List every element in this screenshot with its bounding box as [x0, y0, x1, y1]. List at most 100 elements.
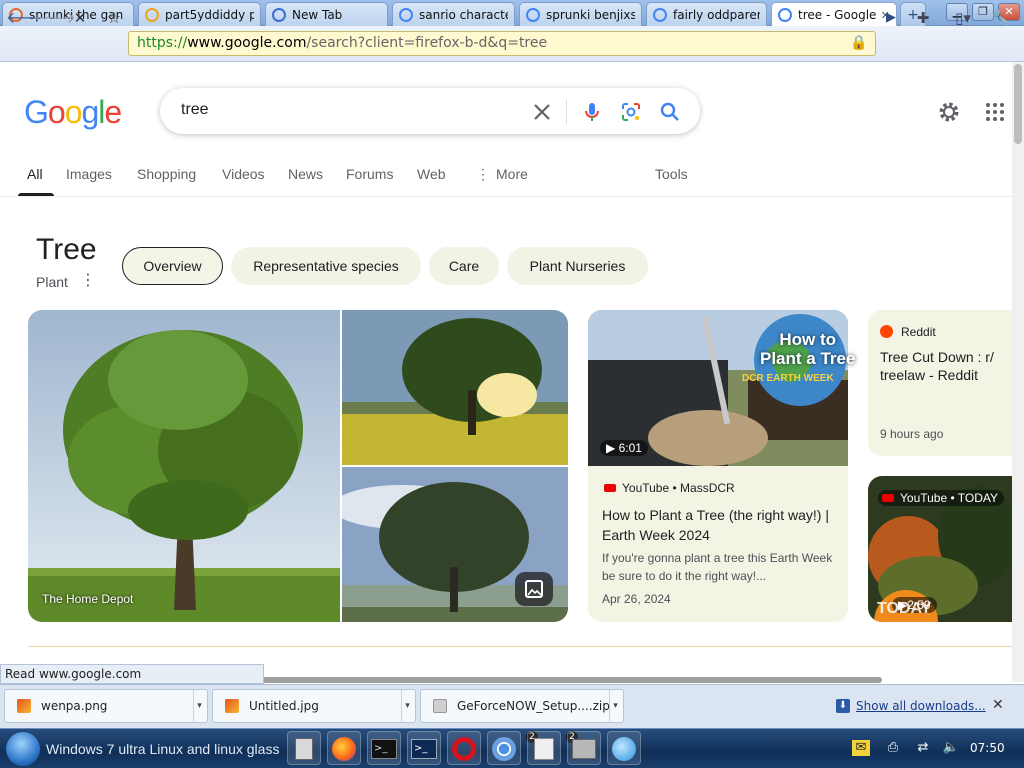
- search-divider: [566, 100, 567, 124]
- download-item[interactable]: wenpa.png ▾: [4, 689, 208, 723]
- tab-videos[interactable]: Videos: [222, 166, 265, 182]
- tab-1[interactable]: part5yddiddy par: [138, 2, 261, 26]
- close-downloads-button[interactable]: ✕: [992, 697, 1004, 713]
- lock-icon[interactable]: 🔒: [848, 32, 870, 54]
- horizontal-scroll-thumb[interactable]: [262, 677, 882, 683]
- archive-taskbar-button[interactable]: [567, 731, 601, 765]
- terminal-taskbar-button[interactable]: >_: [367, 731, 401, 765]
- tab-3[interactable]: sanrio characte: [392, 2, 515, 26]
- loading-icon: [778, 8, 792, 22]
- url-scheme: https://: [137, 35, 188, 51]
- tools-button[interactable]: Tools: [655, 166, 688, 182]
- vertical-dots-icon: ⋮: [80, 270, 96, 289]
- tab-images[interactable]: Images: [66, 166, 112, 182]
- search-icon: [660, 102, 679, 121]
- download-item[interactable]: Untitled.jpg ▾: [212, 689, 416, 723]
- printer-tray-icon[interactable]: ⎙: [884, 740, 902, 756]
- google-icon: [653, 7, 667, 22]
- tab-all[interactable]: All: [27, 166, 43, 182]
- chip-care[interactable]: Care: [429, 247, 499, 285]
- tab-forums[interactable]: Forums: [346, 166, 393, 182]
- tab-label: sprunki benjixse: [546, 7, 635, 22]
- google-apps-button[interactable]: [983, 100, 1007, 124]
- microphone-icon: [585, 103, 599, 121]
- search-input[interactable]: tree: [181, 101, 209, 119]
- file-manager-taskbar-button[interactable]: [287, 731, 321, 765]
- entity-subtitle: Plant: [36, 274, 68, 290]
- tab-6[interactable]: tree - Google ✕: [771, 2, 897, 27]
- vertical-dots-icon: ⋮: [476, 166, 490, 182]
- tab-2[interactable]: New Tab: [265, 2, 388, 26]
- zip-file-icon: [433, 699, 447, 713]
- powershell-icon: >_: [411, 739, 437, 759]
- opera-taskbar-button[interactable]: [447, 731, 481, 765]
- firefox-taskbar-button[interactable]: [327, 731, 361, 765]
- tab-shopping[interactable]: Shopping: [137, 166, 196, 182]
- video-duration: ▶ 6:01: [600, 440, 648, 456]
- chip-representative-species[interactable]: Representative species: [231, 247, 421, 285]
- bookmark-button[interactable]: ☆: [103, 7, 125, 29]
- clock[interactable]: 07:50: [970, 741, 1005, 755]
- stop-icon: ✕: [73, 9, 87, 27]
- logo-letter: G: [24, 94, 49, 130]
- vertical-scroll-thumb[interactable]: [1014, 64, 1022, 144]
- dropdown-arrow-icon[interactable]: ▾: [609, 690, 621, 722]
- lens-search-button[interactable]: [619, 100, 643, 124]
- clear-search-button[interactable]: [530, 100, 554, 124]
- close-icon: ✕: [992, 697, 1004, 713]
- vertical-scrollbar[interactable]: [1012, 62, 1024, 682]
- more-images-button[interactable]: [515, 572, 553, 606]
- tools-menu-button[interactable]: 🔧: [990, 7, 1012, 29]
- google-logo[interactable]: Google: [24, 94, 122, 131]
- chromium-taskbar-button[interactable]: [487, 731, 521, 765]
- stop-button[interactable]: ✕: [69, 7, 91, 29]
- google-icon: [526, 7, 540, 22]
- thumbnail-subtitle-text: DCR EARTH WEEK: [742, 373, 834, 384]
- chip-overview[interactable]: Overview: [122, 247, 223, 285]
- reddit-title-link[interactable]: Tree Cut Down : r/ treelaw - Reddit: [880, 348, 1015, 384]
- play-icon: ▶: [606, 441, 619, 455]
- tree-photo: [342, 310, 568, 465]
- more-menu[interactable]: ⋮ More: [476, 166, 528, 183]
- opera-icon: [452, 737, 476, 761]
- settings-button[interactable]: [937, 100, 961, 124]
- youtube-icon: [882, 494, 894, 502]
- dropdown-arrow-icon[interactable]: ▾: [193, 690, 205, 722]
- tab-4[interactable]: sprunki benjixse: [519, 2, 642, 26]
- nav-divider: [0, 196, 1012, 197]
- sunset-tree-image[interactable]: [342, 310, 568, 465]
- voice-search-button[interactable]: [580, 100, 604, 124]
- powershell-taskbar-button[interactable]: >_: [407, 731, 441, 765]
- tab-news[interactable]: News: [288, 166, 323, 182]
- show-all-downloads-link[interactable]: Show all downloads...: [856, 699, 986, 713]
- download-item[interactable]: GeForceNOW_Setup....zip ▾: [420, 689, 624, 723]
- go-button[interactable]: ▶: [880, 7, 902, 29]
- notepad-icon: [534, 738, 554, 760]
- entity-options-button[interactable]: ⋮: [80, 270, 96, 289]
- back-button[interactable]: 🡐: [6, 7, 49, 29]
- forward-button[interactable]: 🡒: [33, 7, 76, 29]
- restore-icon: ❐: [978, 5, 988, 18]
- tab-web[interactable]: Web: [417, 166, 446, 182]
- tab-label: New Tab: [292, 7, 343, 22]
- notes-taskbar-button[interactable]: [527, 731, 561, 765]
- sticky-notes-tray-icon[interactable]: ✉: [852, 740, 870, 756]
- chip-plant-nurseries[interactable]: Plant Nurseries: [507, 247, 648, 285]
- network-app-taskbar-button[interactable]: [607, 731, 641, 765]
- video-title-link[interactable]: How to Plant a Tree (the right way!) | E…: [602, 505, 842, 545]
- video-snippet: If you're gonna plant a tree this Earth …: [602, 551, 833, 583]
- network-tray-icon[interactable]: ⇄: [914, 740, 932, 756]
- page-menu-button[interactable]: ▯▾: [952, 7, 974, 29]
- tab-5[interactable]: fairly oddparent: [646, 2, 767, 26]
- address-bar[interactable]: https://www.google.com/search?client=fir…: [128, 31, 876, 56]
- search-button[interactable]: [658, 100, 682, 124]
- dropdown-arrow-icon[interactable]: ▾: [401, 690, 413, 722]
- section-divider: [28, 646, 1012, 647]
- main-tree-image[interactable]: [28, 310, 340, 622]
- download-icon: ⬇: [836, 699, 850, 713]
- extensions-button[interactable]: ✚: [912, 7, 934, 29]
- volume-tray-icon[interactable]: 🔈: [942, 740, 960, 756]
- start-button[interactable]: [6, 732, 40, 766]
- puzzle-icon: ✚: [916, 9, 930, 27]
- video-date: Apr 26, 2024: [602, 592, 671, 606]
